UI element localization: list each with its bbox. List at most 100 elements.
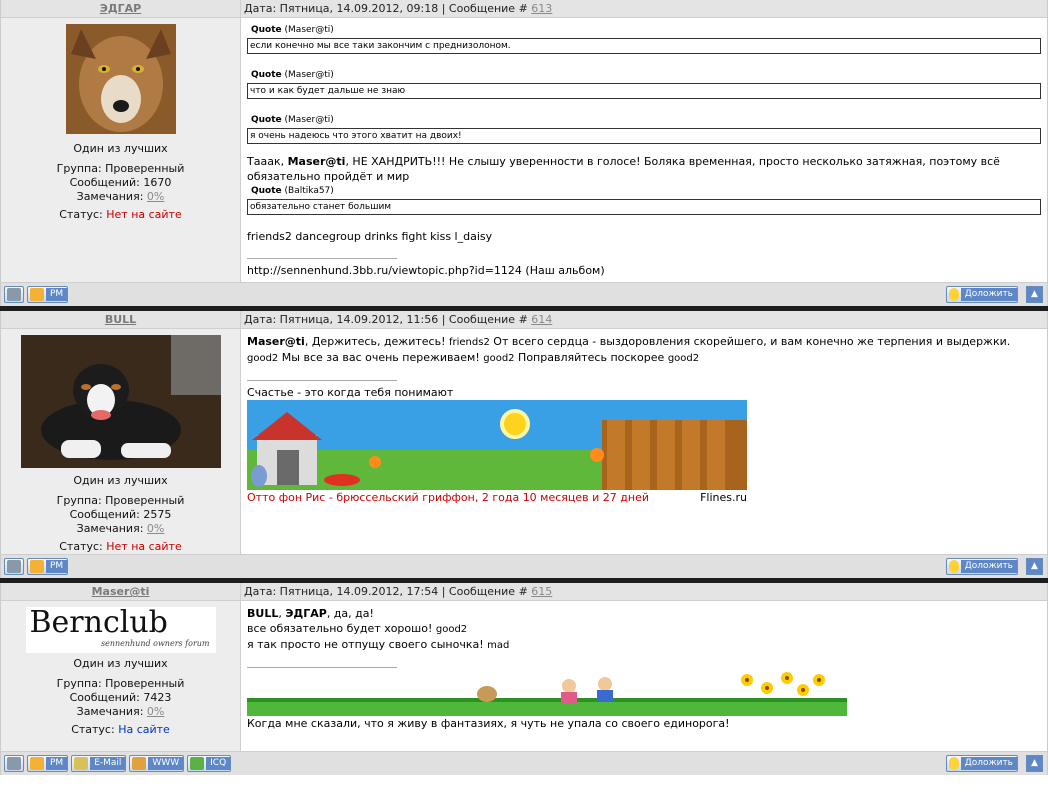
icq-label: ICQ	[206, 757, 231, 770]
post-header: BULL Дата: Пятница, 14.09.2012, 11:56 | …	[1, 311, 1047, 329]
report-button[interactable]: Доложить	[945, 558, 1018, 575]
post-content: Maser@ti, Держитесь, дежитесь! friends2 …	[240, 329, 1047, 554]
email-button[interactable]: E-Mail	[71, 755, 127, 772]
warnings-link[interactable]: 0%	[147, 190, 164, 203]
profile-tools: PM	[1, 286, 69, 303]
user-group: Группа: Проверенный	[56, 677, 185, 690]
status-label: Статус:	[71, 723, 119, 736]
author-name[interactable]: Maser@ti	[1, 583, 240, 600]
quote-label: Quote	[251, 115, 282, 125]
post-number-link[interactable]: 613	[531, 2, 552, 15]
avatar-logo: Bernclub sennenhund owners forum	[25, 605, 216, 653]
post-header: ЭДГАР Дата: Пятница, 14.09.2012, 09:18 |…	[1, 0, 1047, 18]
post-615: Maser@ti Дата: Пятница, 14.09.2012, 17:5…	[0, 583, 1048, 775]
report-button[interactable]: Доложить	[945, 755, 1018, 772]
warnings-link[interactable]: 0%	[147, 522, 164, 535]
signature-divider	[247, 667, 397, 668]
flower-icon	[190, 757, 205, 770]
post-footer: PM Доложить ▲	[1, 282, 1047, 306]
post-meta: Дата: Пятница, 14.09.2012, 17:54 | Сообщ…	[240, 583, 1047, 600]
profile-button[interactable]	[4, 286, 24, 303]
post-footer: PM Доложить ▲	[1, 554, 1047, 578]
warnings-label: Замечания:	[76, 705, 147, 718]
mention: ЭДГАР	[285, 607, 327, 620]
report-button[interactable]: Доложить	[945, 286, 1018, 303]
scroll-up-button[interactable]: ▲	[1026, 755, 1043, 772]
logo-title: Bernclub	[29, 605, 168, 640]
user-status: Статус: Нет на сайте	[1, 540, 240, 554]
mention: Maser@ti	[247, 335, 305, 348]
signature-text: Когда мне сказали, что я живу в фантазия…	[247, 717, 730, 730]
profile-button[interactable]	[4, 558, 24, 575]
quote-label: Quote	[251, 25, 282, 35]
post-date: Дата: Пятница, 14.09.2012, 09:18 | Сообщ…	[244, 2, 532, 15]
camera-icon	[7, 560, 21, 573]
profile-button[interactable]	[4, 755, 24, 772]
icq-button[interactable]: ICQ	[187, 755, 232, 772]
smiley: good2	[247, 353, 279, 364]
email-label: E-Mail	[90, 757, 126, 770]
report-label: Доложить	[960, 757, 1017, 770]
pm-label: PM	[46, 560, 68, 573]
post-actions: Доложить ▲	[945, 286, 1047, 303]
text-part: От всего сердца - выздоровления скорейше…	[489, 335, 1011, 348]
envelope-icon	[74, 757, 89, 770]
warnings-label: Замечания:	[76, 190, 147, 203]
message-text: Maser@ti, Держитесь, дежитесь! friends2 …	[247, 334, 1041, 366]
camera-icon	[7, 757, 21, 770]
pm-button[interactable]: PM	[27, 286, 69, 303]
quote-author: (Baltika57)	[284, 186, 334, 196]
post-number-link[interactable]: 614	[531, 313, 552, 326]
author-name[interactable]: ЭДГАР	[1, 0, 240, 17]
status-value: Нет на сайте	[106, 208, 182, 221]
message-text: Тааак, Maser@ti, НЕ ХАНДРИТЬ!!! Не слышу…	[247, 154, 1041, 184]
www-button[interactable]: WWW	[129, 755, 185, 772]
scroll-up-button[interactable]: ▲	[1026, 558, 1043, 575]
pm-button[interactable]: PM	[27, 755, 69, 772]
quote-author: (Maser@ti)	[284, 70, 334, 80]
bulb-icon	[948, 560, 959, 573]
signature-banner	[247, 400, 747, 490]
text-part: , да, да!	[326, 607, 374, 620]
bulb-icon	[948, 757, 959, 770]
status-label: Статус:	[59, 208, 107, 221]
signature-link[interactable]: http://sennenhund.3bb.ru/viewtopic.php?i…	[247, 263, 1041, 278]
quote-author: (Maser@ti)	[284, 115, 334, 125]
logo-subtitle: sennenhund owners forum	[100, 639, 210, 648]
post-actions: Доложить ▲	[945, 558, 1047, 575]
banner-caption-right[interactable]: Flines.ru	[700, 490, 747, 505]
profile-tools: PM E-Mail WWW ICQ	[1, 755, 232, 772]
banner-caption: Отто фон Рис - брюссельский гриффон, 2 г…	[247, 490, 747, 505]
author-name[interactable]: BULL	[1, 311, 240, 328]
user-status: Статус: Нет на сайте	[1, 208, 240, 222]
user-group: Группа: Проверенный	[56, 494, 185, 507]
user-rank: Один из лучших	[73, 142, 168, 155]
scroll-up-button[interactable]: ▲	[1026, 286, 1043, 303]
text-part: я так просто не отпущу своего сыночка!	[247, 638, 488, 651]
report-label: Доложить	[960, 288, 1017, 301]
banner-caption-left: Отто фон Рис - брюссельский гриффон, 2 г…	[247, 491, 649, 504]
message-text: BULL, ЭДГАР, да, да! все обязательно буд…	[247, 606, 1041, 653]
smiley: good2	[667, 353, 700, 364]
post-number-link[interactable]: 615	[531, 585, 552, 598]
pm-label: PM	[46, 288, 68, 301]
text-part: Поправляйтесь поскорее	[514, 351, 668, 364]
user-warnings: Замечания: 0%	[1, 522, 240, 536]
text-part: Мы все за вас очень переживаем!	[278, 351, 484, 364]
post-body: Один из лучших Группа: Проверенный Сообщ…	[1, 18, 1047, 282]
report-label: Доложить	[960, 560, 1017, 573]
post-content: Quote (Maser@ti) если конечно мы все так…	[240, 18, 1047, 282]
author-panel: Один из лучших Группа: Проверенный Сообщ…	[1, 18, 240, 282]
pm-label: PM	[46, 757, 68, 770]
post-footer: PM E-Mail WWW ICQ Доложить ▲	[1, 751, 1047, 775]
warnings-link[interactable]: 0%	[147, 705, 164, 718]
user-rank: Один из лучших	[73, 657, 168, 670]
post-meta: Дата: Пятница, 14.09.2012, 09:18 | Сообщ…	[240, 0, 1047, 17]
pm-button[interactable]: PM	[27, 558, 69, 575]
post-613: ЭДГАР Дата: Пятница, 14.09.2012, 09:18 |…	[0, 0, 1048, 306]
quote-label: Quote	[251, 70, 282, 80]
post-body: Bernclub sennenhund owners forum Один из…	[1, 601, 1047, 751]
quote-text: если конечно мы все таки закончим с пред…	[247, 38, 1041, 54]
status-label: Статус:	[59, 540, 107, 553]
house-icon	[132, 757, 147, 770]
